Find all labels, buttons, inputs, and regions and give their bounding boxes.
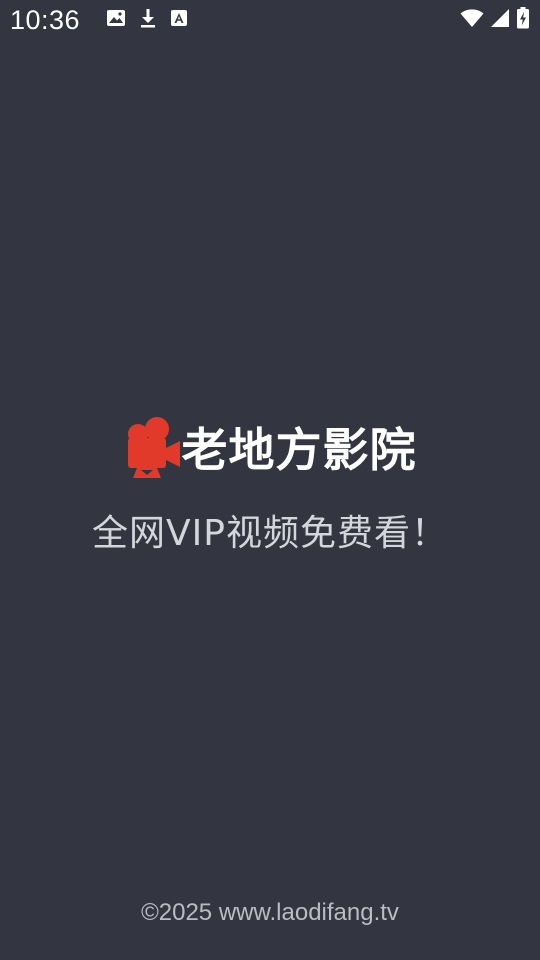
status-bar: 10:36 xyxy=(0,0,540,44)
copyright-footer: ©2025 www.laodifang.tv xyxy=(141,899,399,926)
keyboard-a-icon xyxy=(170,9,188,27)
status-time: 10:36 xyxy=(10,5,81,35)
movie-camera-icon xyxy=(124,415,184,485)
tagline: 全网VIP视频免费看！ xyxy=(92,513,448,554)
app-title: 老地方影院 xyxy=(181,423,417,477)
battery-charging-icon xyxy=(516,7,530,29)
splash-content: 老地方影院 全网VIP视频免费看！ xyxy=(0,412,540,558)
download-icon xyxy=(139,8,157,28)
image-icon xyxy=(106,8,126,28)
brand: 老地方影院 xyxy=(124,412,417,488)
signal-icon xyxy=(490,8,510,28)
wifi-icon xyxy=(460,8,484,28)
system-icons xyxy=(460,7,530,29)
notification-icons xyxy=(106,8,188,28)
